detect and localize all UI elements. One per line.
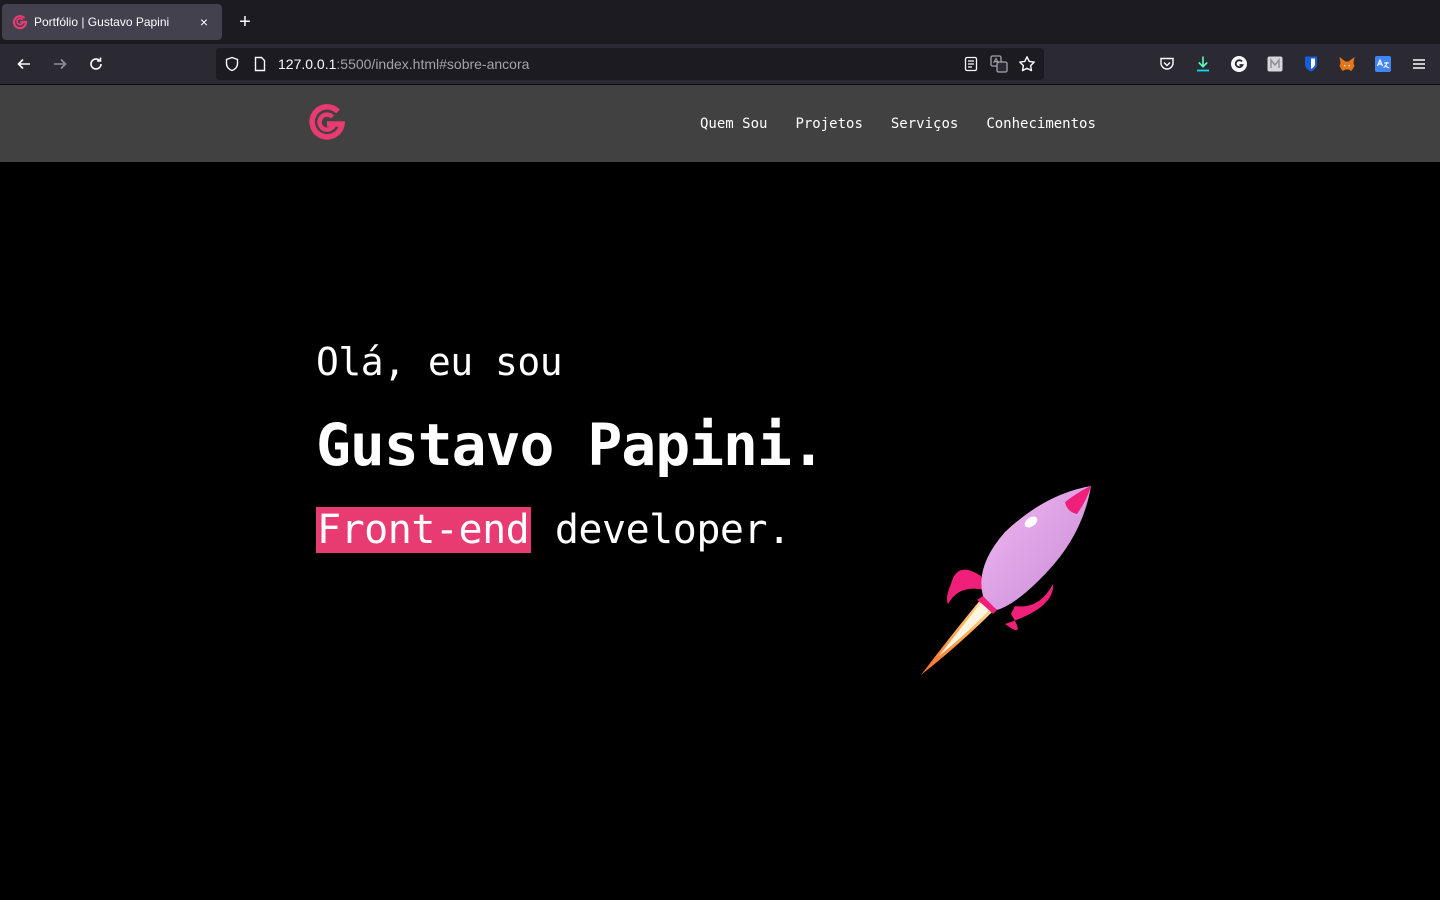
back-button[interactable]	[12, 52, 36, 76]
bitwarden-extension-icon[interactable]	[1302, 54, 1320, 74]
role-rest: developer.	[531, 507, 791, 553]
reload-button[interactable]	[84, 52, 108, 76]
browser-tab-strip: Portfólio | Gustavo Papini × +	[0, 0, 1440, 44]
pocket-icon[interactable]	[1158, 54, 1176, 74]
downloads-icon[interactable]	[1194, 54, 1212, 74]
gp-logo-icon[interactable]	[307, 101, 345, 145]
new-tab-button[interactable]: +	[234, 10, 256, 34]
url-path: :5500/index.html#sobre-ancora	[336, 56, 530, 72]
nav-link-quem-sou[interactable]: Quem Sou	[700, 114, 767, 134]
rocket-illustration	[921, 486, 1091, 675]
browser-tab[interactable]: Portfólio | Gustavo Papini ×	[2, 4, 222, 40]
mail-extension-icon[interactable]	[1266, 54, 1284, 74]
hero-role: Front-end developer.	[316, 504, 791, 556]
browser-toolbar: 127.0.0.1:5500/index.html#sobre-ancora	[0, 44, 1440, 85]
tracking-shield-icon[interactable]	[224, 56, 240, 72]
reload-icon	[90, 57, 102, 70]
hero-greeting: Olá, eu sou	[316, 340, 563, 384]
url-text[interactable]: 127.0.0.1:5500/index.html#sobre-ancora	[278, 56, 529, 72]
forward-button[interactable]	[48, 52, 72, 76]
forward-arrow-icon	[54, 58, 67, 70]
url-host: 127.0.0.1	[278, 56, 337, 72]
translate-icon[interactable]	[990, 54, 1008, 74]
role-highlight: Front-end	[316, 507, 532, 553]
reader-view-icon[interactable]	[962, 54, 980, 74]
grammarly-extension-icon[interactable]	[1230, 54, 1248, 74]
site-nav: Quem Sou Projetos Serviços Conhecimentos	[700, 114, 1124, 134]
hero-name: Gustavo Papini.	[316, 411, 826, 479]
tab-close-icon[interactable]: ×	[196, 14, 212, 30]
tab-title: Portfólio | Gustavo Papini	[34, 15, 170, 29]
hero-section: Olá, eu sou Gustavo Papini. Front-end de…	[0, 162, 1440, 900]
app-menu-icon[interactable]	[1410, 54, 1428, 74]
site-favicon-icon	[12, 15, 28, 30]
url-bar[interactable]: 127.0.0.1:5500/index.html#sobre-ancora	[216, 48, 1044, 80]
translate-extension-icon[interactable]	[1374, 54, 1392, 74]
nav-link-servicos[interactable]: Serviços	[891, 114, 958, 134]
page-info-icon[interactable]	[252, 56, 268, 72]
metamask-extension-icon[interactable]	[1338, 54, 1356, 74]
bookmark-star-icon[interactable]	[1018, 54, 1036, 74]
nav-link-projetos[interactable]: Projetos	[795, 114, 862, 134]
back-arrow-icon	[17, 58, 30, 70]
site-header: Quem Sou Projetos Serviços Conhecimentos	[0, 85, 1440, 162]
nav-link-conhecimentos[interactable]: Conhecimentos	[986, 114, 1096, 134]
